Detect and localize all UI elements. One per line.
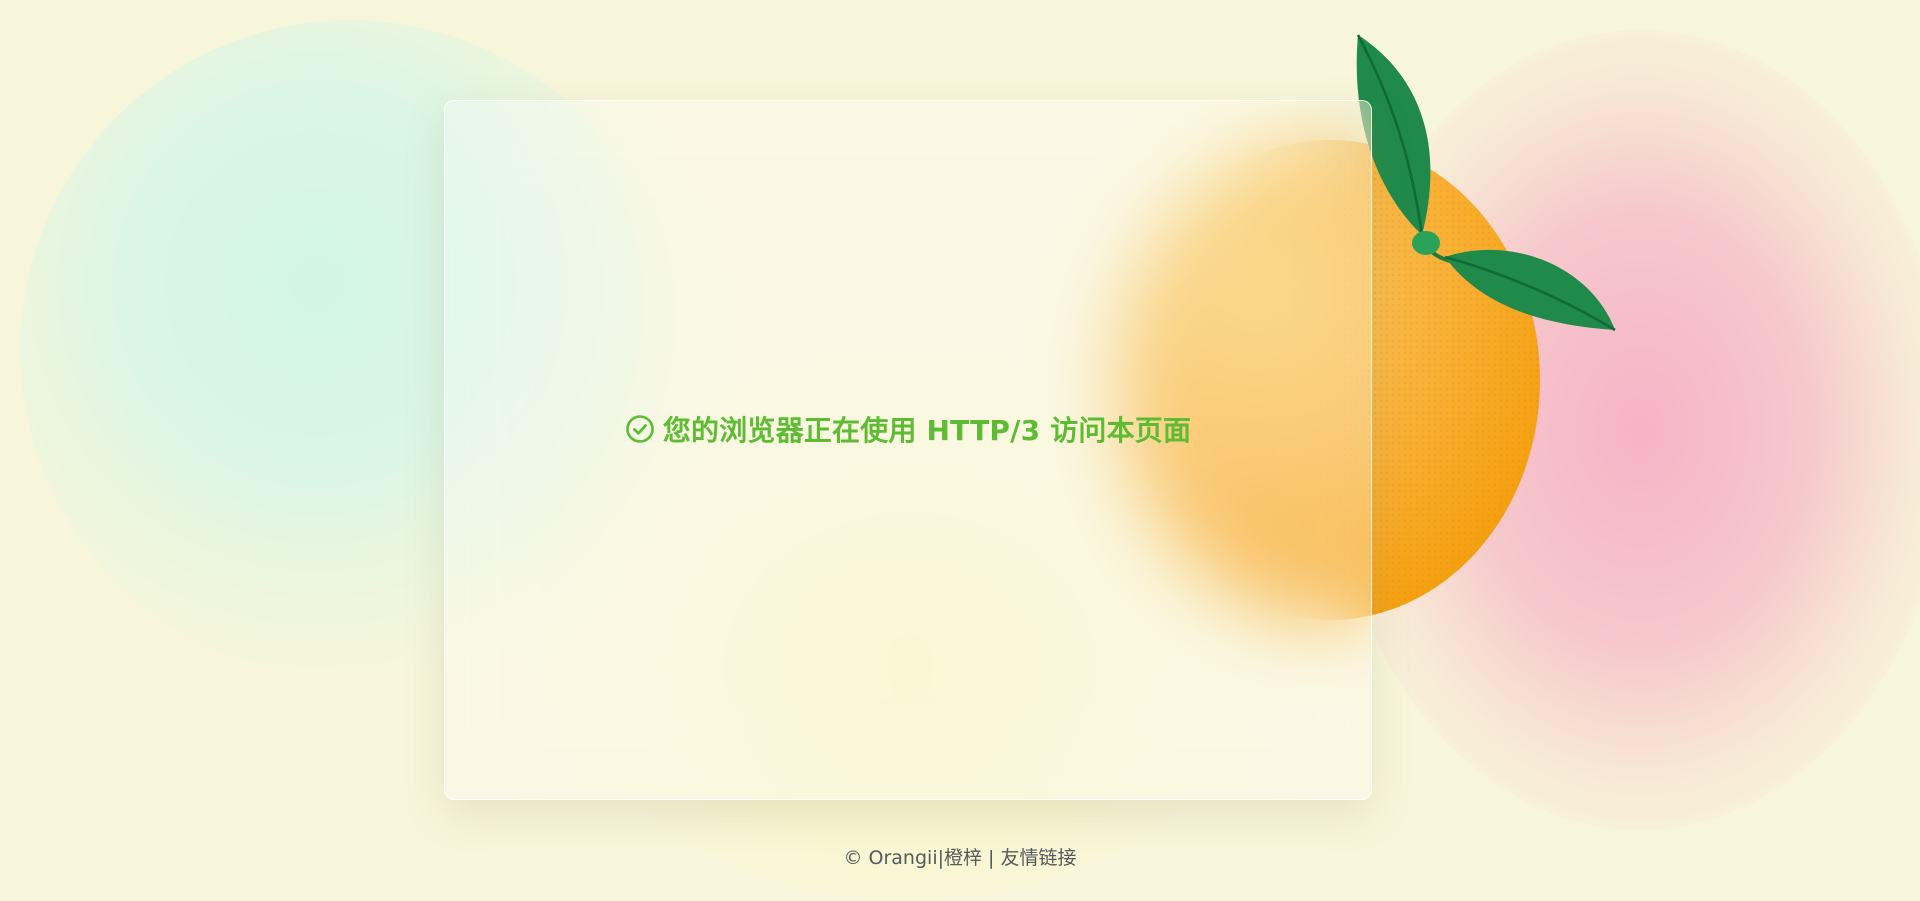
copyright-text: © Orangii|橙梓 bbox=[843, 847, 982, 869]
glass-card: 您的浏览器正在使用 HTTP/3 访问本页面 bbox=[444, 100, 1372, 800]
leaf-icon bbox=[1356, 34, 1616, 332]
friend-links-link[interactable]: 友情链接 bbox=[1000, 847, 1076, 869]
footer: © Orangii|橙梓 | 友情链接 bbox=[0, 843, 1920, 870]
http3-status: 您的浏览器正在使用 HTTP/3 访问本页面 bbox=[625, 409, 1191, 449]
status-message: 您的浏览器正在使用 HTTP/3 访问本页面 bbox=[662, 414, 1192, 447]
footer-separator: | bbox=[982, 847, 1001, 869]
check-circle-icon bbox=[625, 415, 654, 443]
